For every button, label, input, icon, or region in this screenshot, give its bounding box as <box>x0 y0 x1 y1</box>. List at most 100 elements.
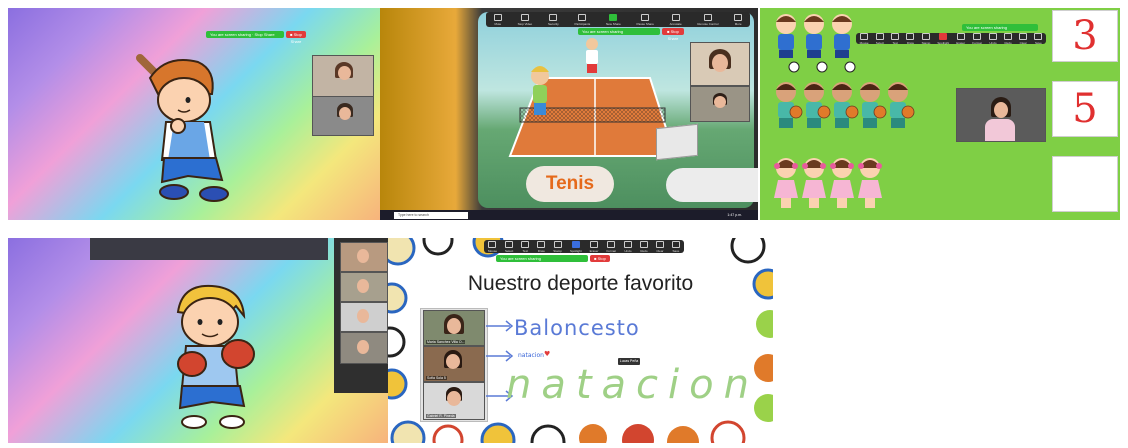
participant-video-1[interactable] <box>690 42 750 86</box>
redo-button[interactable]: Redo <box>1004 32 1013 45</box>
select-tool[interactable]: Select <box>505 240 514 253</box>
draw-tool[interactable]: Draw <box>906 32 915 45</box>
stop-share-button[interactable]: ■ Stop Share <box>590 255 610 268</box>
screenshot-tennis-share: Mute Stop Video Security Participants Ne… <box>380 8 758 220</box>
remote-control-button[interactable]: Remote Control <box>697 13 718 26</box>
zoom-meeting-toolbar: Mute Stop Video Security Participants Ne… <box>486 12 750 27</box>
stamp-tool[interactable]: Stamp <box>553 240 562 253</box>
count-box-basketball[interactable]: 5 <box>1052 81 1118 137</box>
cursor-icon <box>860 32 869 40</box>
pause-icon <box>641 13 650 21</box>
stop-video-button[interactable]: Stop Video <box>518 13 532 26</box>
participant-video-2[interactable] <box>340 272 388 302</box>
undo-icon <box>623 240 632 248</box>
text-tool[interactable]: Text <box>891 32 900 45</box>
count-box-soccer[interactable]: 3 <box>1052 10 1118 62</box>
screenshot-boxing-share <box>8 238 388 443</box>
format-tool[interactable]: Format <box>606 240 616 253</box>
screenshot-favorite-sport-share: Mouse Select Text Draw Stamp Spotlight E… <box>388 238 773 443</box>
screen-sharing-bar[interactable]: You are screen sharing <box>578 28 660 35</box>
boxing-kid-illustration <box>176 284 255 429</box>
draw-tool[interactable]: Draw <box>537 240 546 253</box>
text-icon <box>891 32 900 40</box>
mouse-icon <box>703 13 712 21</box>
text-tool[interactable]: Text <box>521 240 530 253</box>
more-button[interactable]: More <box>734 13 743 26</box>
new-share-button[interactable]: New Share <box>606 13 621 26</box>
scoreboard-graphic <box>656 123 698 161</box>
select-tool[interactable]: Select <box>876 32 884 45</box>
answer-baloncesto: Baloncesto <box>514 316 640 340</box>
clear-button[interactable]: Clear <box>1019 32 1028 45</box>
participant-video-1[interactable]: Maria Sanchez Villa O... <box>423 310 485 346</box>
annotation-toolbar: Mouse Select Text Draw Stamp Spotlight E… <box>856 32 1046 45</box>
screenshot-counting-share: Mouse Select Text Draw Stamp Spotlight E… <box>760 8 1120 220</box>
windows-taskbar: Type here to search 1:47 p.m. <box>380 210 758 220</box>
heart-icon: ♥ <box>544 350 551 358</box>
eraser-tool[interactable]: Eraser <box>590 240 599 253</box>
pencil-icon <box>671 13 680 21</box>
eraser-icon <box>590 240 599 248</box>
format-tool[interactable]: Format <box>972 32 982 45</box>
stamp-tool[interactable]: Stamp <box>921 32 930 45</box>
screen-sharing-bar[interactable]: You are screen sharing · Stop Share <box>206 31 284 38</box>
count-box-tennis[interactable] <box>1052 156 1118 212</box>
mouse-tool[interactable]: Mouse <box>860 32 869 45</box>
grey-label-shape <box>666 168 758 202</box>
undo-button[interactable]: Undo <box>988 32 997 45</box>
tennis-court-illustration <box>508 38 677 157</box>
answer-natacion-typed: natacion <box>518 352 544 359</box>
slide-title: Nuestro deporte favorito <box>467 272 694 295</box>
participants-button[interactable]: Participants <box>575 13 590 26</box>
participant-video-2[interactable] <box>690 86 750 122</box>
shield-icon <box>549 13 558 21</box>
participant-video-2[interactable] <box>312 96 374 136</box>
clear-button[interactable]: Clear <box>655 240 664 253</box>
camera-icon <box>520 13 529 21</box>
participant-video-1[interactable] <box>340 242 388 272</box>
save-button[interactable]: Save <box>1034 32 1043 45</box>
top-dark-bar <box>90 238 328 260</box>
mute-button[interactable]: Mute <box>493 13 502 26</box>
annotate-button[interactable]: Annotate <box>670 13 682 26</box>
participant-video-4[interactable] <box>340 332 388 364</box>
participant-video-2[interactable]: Sofia Sola 5 <box>423 346 485 382</box>
trash-icon <box>1019 32 1028 40</box>
basketball-players-row <box>776 81 915 129</box>
eraser-tool[interactable]: Eraser <box>956 32 965 45</box>
stop-share-button[interactable]: ■ Stop Share <box>286 31 306 44</box>
pencil-icon <box>537 240 546 248</box>
palette-icon <box>607 240 616 248</box>
security-button[interactable]: Security <box>548 13 559 26</box>
undo-button[interactable]: Undo <box>623 240 632 253</box>
spotlight-tool[interactable]: Spotlight <box>570 240 582 253</box>
pause-share-button[interactable]: Pause Share <box>637 13 654 26</box>
spotlight-icon <box>571 240 580 248</box>
eraser-icon <box>956 32 965 40</box>
redo-button[interactable]: Redo <box>639 240 648 253</box>
mouse-tool[interactable]: Mouse <box>488 240 497 253</box>
answer-natacion-handwritten: natacion <box>506 362 759 408</box>
spotlight-tool[interactable]: Spotlight <box>937 32 949 45</box>
save-button[interactable]: Save <box>671 240 680 253</box>
save-icon <box>1034 32 1043 40</box>
stamp-icon <box>921 32 930 40</box>
undo-icon <box>988 32 997 40</box>
stamp-icon <box>553 240 562 248</box>
save-icon <box>671 240 680 248</box>
select-icon <box>505 240 514 248</box>
people-icon <box>578 13 587 21</box>
stop-share-button[interactable]: ■ Stop Share <box>662 28 684 41</box>
participant-video-3[interactable]: Gabriel R. Pineda <box>423 382 485 420</box>
cursor-icon <box>488 240 497 248</box>
screen-sharing-bar[interactable]: You are screen sharing <box>496 255 588 262</box>
participant-video-3[interactable] <box>340 302 388 332</box>
participant-video-1[interactable] <box>956 88 1046 142</box>
participant-video-1[interactable] <box>312 55 374 97</box>
screen-sharing-bar[interactable]: You are screen sharing <box>962 24 1038 31</box>
tennis-girls-row <box>774 158 882 208</box>
text-icon <box>521 240 530 248</box>
taskbar-search-input[interactable]: Type here to search <box>394 211 468 219</box>
sport-label-tenis: Tenis <box>526 166 614 202</box>
annotation-toolbar: Mouse Select Text Draw Stamp Spotlight E… <box>484 240 684 253</box>
